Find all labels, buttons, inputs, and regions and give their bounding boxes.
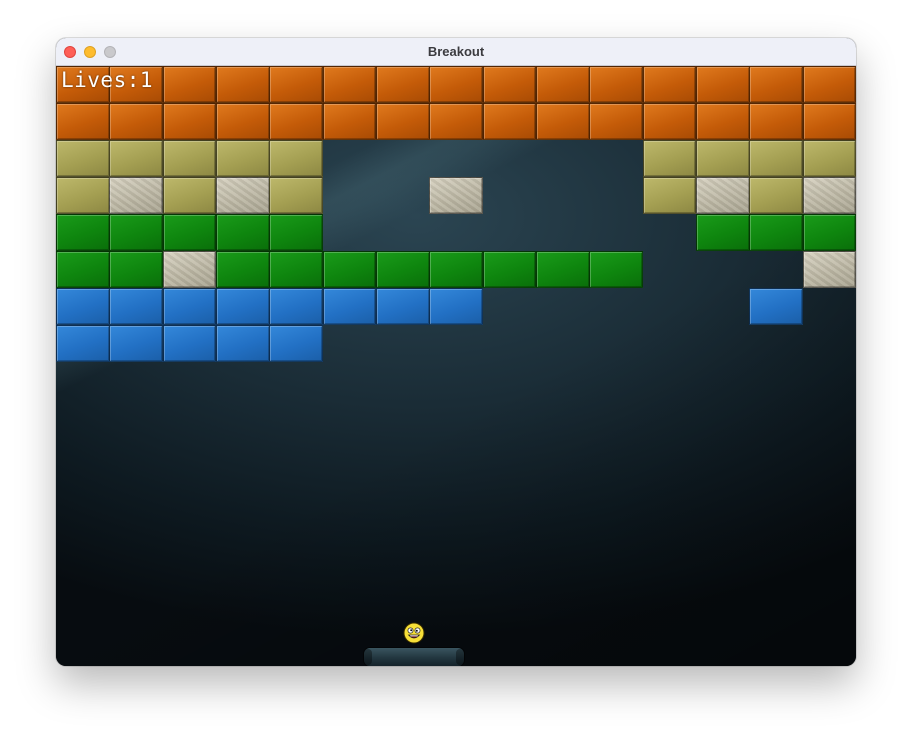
green-brick bbox=[56, 251, 110, 288]
stone-brick bbox=[429, 177, 484, 214]
game-playfield[interactable]: Lives:1 bbox=[56, 66, 856, 666]
olive-brick bbox=[749, 140, 804, 177]
blue-brick bbox=[429, 288, 484, 325]
stone-brick bbox=[802, 251, 856, 288]
paddle[interactable] bbox=[364, 648, 464, 666]
orange-brick bbox=[162, 66, 217, 103]
olive-brick bbox=[642, 177, 697, 214]
olive-brick bbox=[642, 140, 697, 177]
blue-brick bbox=[269, 288, 324, 325]
orange-brick bbox=[482, 103, 537, 140]
olive-brick bbox=[269, 177, 324, 214]
olive-brick bbox=[802, 140, 856, 177]
olive-brick bbox=[215, 140, 270, 177]
green-brick bbox=[482, 251, 537, 288]
orange-brick bbox=[215, 66, 270, 103]
blue-brick bbox=[269, 325, 324, 362]
stone-brick bbox=[215, 177, 270, 214]
orange-brick bbox=[56, 103, 110, 140]
green-brick bbox=[429, 251, 484, 288]
olive-brick bbox=[162, 140, 217, 177]
orange-brick bbox=[695, 103, 750, 140]
olive-brick bbox=[56, 140, 110, 177]
orange-brick bbox=[215, 103, 270, 140]
orange-brick bbox=[162, 103, 217, 140]
olive-brick bbox=[56, 177, 110, 214]
stone-brick bbox=[802, 177, 856, 214]
orange-brick bbox=[269, 66, 324, 103]
lives-counter: Lives:1 bbox=[61, 68, 154, 92]
orange-brick bbox=[695, 66, 750, 103]
orange-brick bbox=[482, 66, 537, 103]
green-brick bbox=[215, 251, 270, 288]
orange-brick bbox=[109, 103, 164, 140]
orange-brick bbox=[535, 103, 590, 140]
green-brick bbox=[269, 214, 324, 251]
olive-brick bbox=[269, 140, 324, 177]
orange-brick bbox=[375, 103, 430, 140]
blue-brick bbox=[215, 288, 270, 325]
orange-brick bbox=[749, 66, 804, 103]
blue-brick bbox=[749, 288, 804, 325]
green-brick bbox=[162, 214, 217, 251]
olive-brick bbox=[162, 177, 217, 214]
window-title: Breakout bbox=[427, 44, 485, 59]
green-brick bbox=[269, 251, 324, 288]
orange-brick bbox=[375, 66, 430, 103]
blue-brick bbox=[162, 288, 217, 325]
blue-brick bbox=[215, 325, 270, 362]
orange-brick bbox=[589, 66, 644, 103]
game-window: Breakout Lives:1 bbox=[56, 38, 856, 666]
title-bar: Breakout bbox=[56, 38, 856, 66]
orange-brick bbox=[429, 66, 484, 103]
stone-brick bbox=[109, 177, 164, 214]
green-brick bbox=[215, 214, 270, 251]
green-brick bbox=[535, 251, 590, 288]
orange-brick bbox=[589, 103, 644, 140]
blue-brick bbox=[109, 325, 164, 362]
olive-brick bbox=[695, 140, 750, 177]
orange-brick bbox=[322, 103, 377, 140]
orange-brick bbox=[802, 103, 856, 140]
green-brick bbox=[802, 214, 856, 251]
blue-brick bbox=[109, 288, 164, 325]
orange-brick bbox=[642, 66, 697, 103]
green-brick bbox=[109, 251, 164, 288]
green-brick bbox=[749, 214, 804, 251]
green-brick bbox=[589, 251, 644, 288]
green-brick bbox=[322, 251, 377, 288]
orange-brick bbox=[535, 66, 590, 103]
orange-brick bbox=[429, 103, 484, 140]
orange-brick bbox=[322, 66, 377, 103]
green-brick bbox=[695, 214, 750, 251]
orange-brick bbox=[749, 103, 804, 140]
orange-brick bbox=[269, 103, 324, 140]
olive-brick bbox=[749, 177, 804, 214]
orange-brick bbox=[802, 66, 856, 103]
blue-brick bbox=[322, 288, 377, 325]
blue-brick bbox=[56, 288, 110, 325]
orange-brick bbox=[642, 103, 697, 140]
stone-brick bbox=[162, 251, 217, 288]
stone-brick bbox=[695, 177, 750, 214]
green-brick bbox=[56, 214, 110, 251]
blue-brick bbox=[56, 325, 110, 362]
green-brick bbox=[109, 214, 164, 251]
smiley-face-icon bbox=[403, 622, 425, 644]
blue-brick bbox=[375, 288, 430, 325]
green-brick bbox=[375, 251, 430, 288]
blue-brick bbox=[162, 325, 217, 362]
olive-brick bbox=[109, 140, 164, 177]
